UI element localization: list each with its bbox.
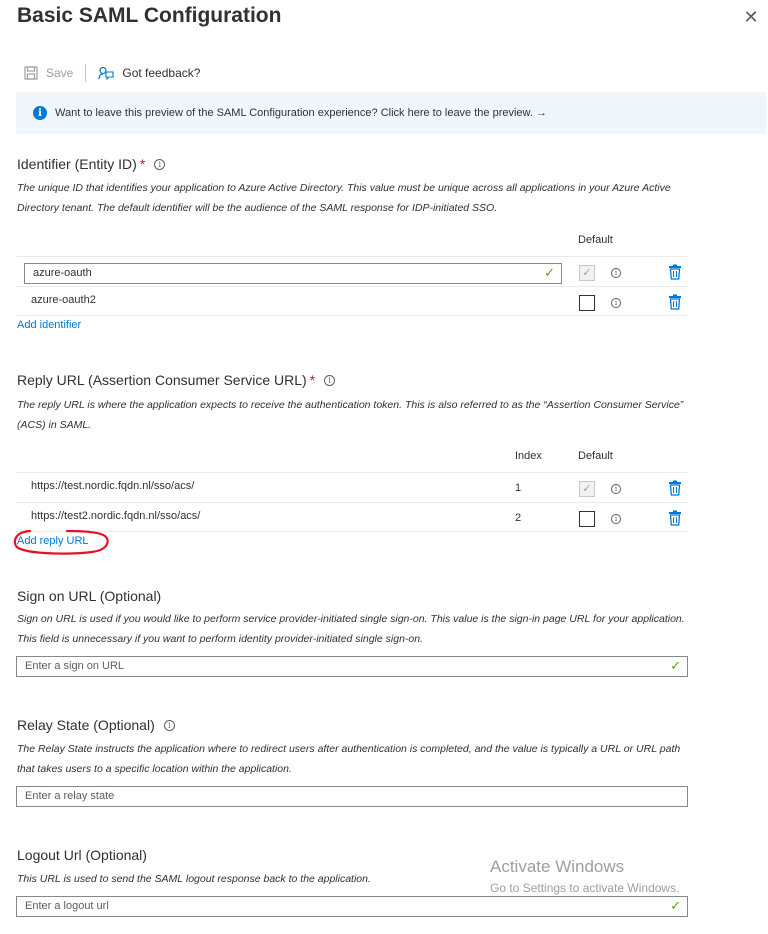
required-mark: *: [139, 156, 146, 172]
signon-url-title: Sign on URL (Optional): [17, 588, 161, 604]
identifier-description: The unique ID that identifies your appli…: [17, 182, 671, 214]
delete-icon[interactable]: [668, 294, 682, 310]
activate-windows-watermark: Activate Windows: [490, 857, 625, 876]
info-icon[interactable]: i: [154, 158, 166, 170]
signon-url-title-text: Sign on URL (Optional): [17, 588, 162, 604]
signon-url-description: Sign on URL is used if you would like to…: [17, 613, 685, 645]
preview-banner[interactable]: i Want to leave this preview of the SAML…: [16, 92, 766, 134]
identifier-col-default: Default: [578, 234, 613, 246]
delete-icon[interactable]: [668, 264, 682, 280]
save-label: Save: [46, 66, 74, 80]
reply-url-description: The reply URL is where the application e…: [17, 399, 684, 431]
info-icon[interactable]: i: [324, 374, 336, 386]
default-checkbox[interactable]: ✓: [579, 481, 595, 497]
relay-state-placeholder: Enter a relay state: [25, 790, 115, 802]
reply-url-value: https://test2.nordic.fqdn.nl/sso/acs/: [31, 510, 201, 522]
signon-url-placeholder: Enter a sign on URL: [25, 660, 125, 672]
valid-check-icon: ✓: [670, 898, 681, 913]
relay-state-description: The Relay State instructs the applicatio…: [17, 743, 681, 775]
valid-check-icon: ✓: [544, 265, 555, 280]
save-button[interactable]: Save: [24, 66, 73, 80]
toolbar-divider: [85, 64, 87, 82]
feedback-icon: [98, 66, 114, 80]
identifier-title: Identifier (Entity ID) * i: [17, 156, 166, 172]
logout-url-input[interactable]: Enter a logout url ✓: [16, 896, 688, 917]
info-icon[interactable]: i: [611, 514, 621, 524]
identifier-input[interactable]: azure-oauth ✓: [24, 263, 562, 284]
valid-check-icon: ✓: [670, 658, 681, 673]
info-icon[interactable]: i: [163, 719, 175, 731]
close-icon[interactable]: ✕: [742, 8, 760, 26]
delete-icon[interactable]: [668, 480, 682, 496]
red-annotation-circle: [13, 529, 109, 555]
identifier-row: azure-oauth ✓ ✓ i: [16, 256, 688, 286]
info-icon[interactable]: i: [611, 298, 621, 308]
relay-state-title: Relay State (Optional) i: [17, 717, 175, 733]
info-icon: i: [33, 106, 47, 120]
activate-windows-hint: Go to Settings to activate Windows.: [490, 881, 680, 895]
default-checkbox[interactable]: [579, 295, 595, 311]
identifier-title-text: Identifier (Entity ID): [17, 156, 137, 172]
reply-col-index: Index: [515, 450, 542, 462]
relay-state-title-text: Relay State (Optional): [17, 717, 155, 733]
default-checkbox[interactable]: [579, 511, 595, 527]
feedback-button[interactable]: Got feedback?: [98, 66, 200, 80]
reply-url-index: 2: [515, 512, 522, 524]
default-checkbox[interactable]: ✓: [579, 265, 595, 281]
reply-url-index: 1: [515, 482, 522, 494]
reply-col-default: Default: [578, 450, 613, 462]
feedback-label: Got feedback?: [122, 66, 201, 80]
toolbar: Save Got feedback?: [24, 62, 200, 84]
identifier-value: azure-oauth2: [31, 294, 96, 306]
relay-state-input[interactable]: Enter a relay state: [16, 786, 688, 807]
signon-url-input[interactable]: Enter a sign on URL ✓: [16, 656, 688, 677]
reply-url-title-text: Reply URL (Assertion Consumer Service UR…: [17, 372, 307, 388]
panel-title: Basic SAML Configuration: [17, 4, 282, 27]
banner-text: Want to leave this preview of the SAML C…: [55, 107, 547, 119]
logout-url-title: Logout Url (Optional): [17, 847, 147, 863]
save-icon: [24, 66, 38, 80]
info-icon[interactable]: i: [611, 484, 621, 494]
delete-icon[interactable]: [668, 510, 682, 526]
identifier-row: azure-oauth2 i: [16, 286, 688, 316]
identifier-value: azure-oauth: [33, 267, 92, 279]
reply-url-row: https://test2.nordic.fqdn.nl/sso/acs/ 2 …: [16, 502, 688, 532]
required-mark: *: [309, 372, 316, 388]
add-identifier-link[interactable]: Add identifier: [17, 319, 81, 331]
logout-url-title-text: Logout Url (Optional): [17, 847, 147, 863]
reply-url-row: https://test.nordic.fqdn.nl/sso/acs/ 1 ✓…: [16, 472, 688, 502]
reply-url-value: https://test.nordic.fqdn.nl/sso/acs/: [31, 480, 195, 492]
reply-url-title: Reply URL (Assertion Consumer Service UR…: [17, 372, 336, 388]
logout-url-placeholder: Enter a logout url: [25, 900, 109, 912]
info-icon[interactable]: i: [611, 268, 621, 278]
